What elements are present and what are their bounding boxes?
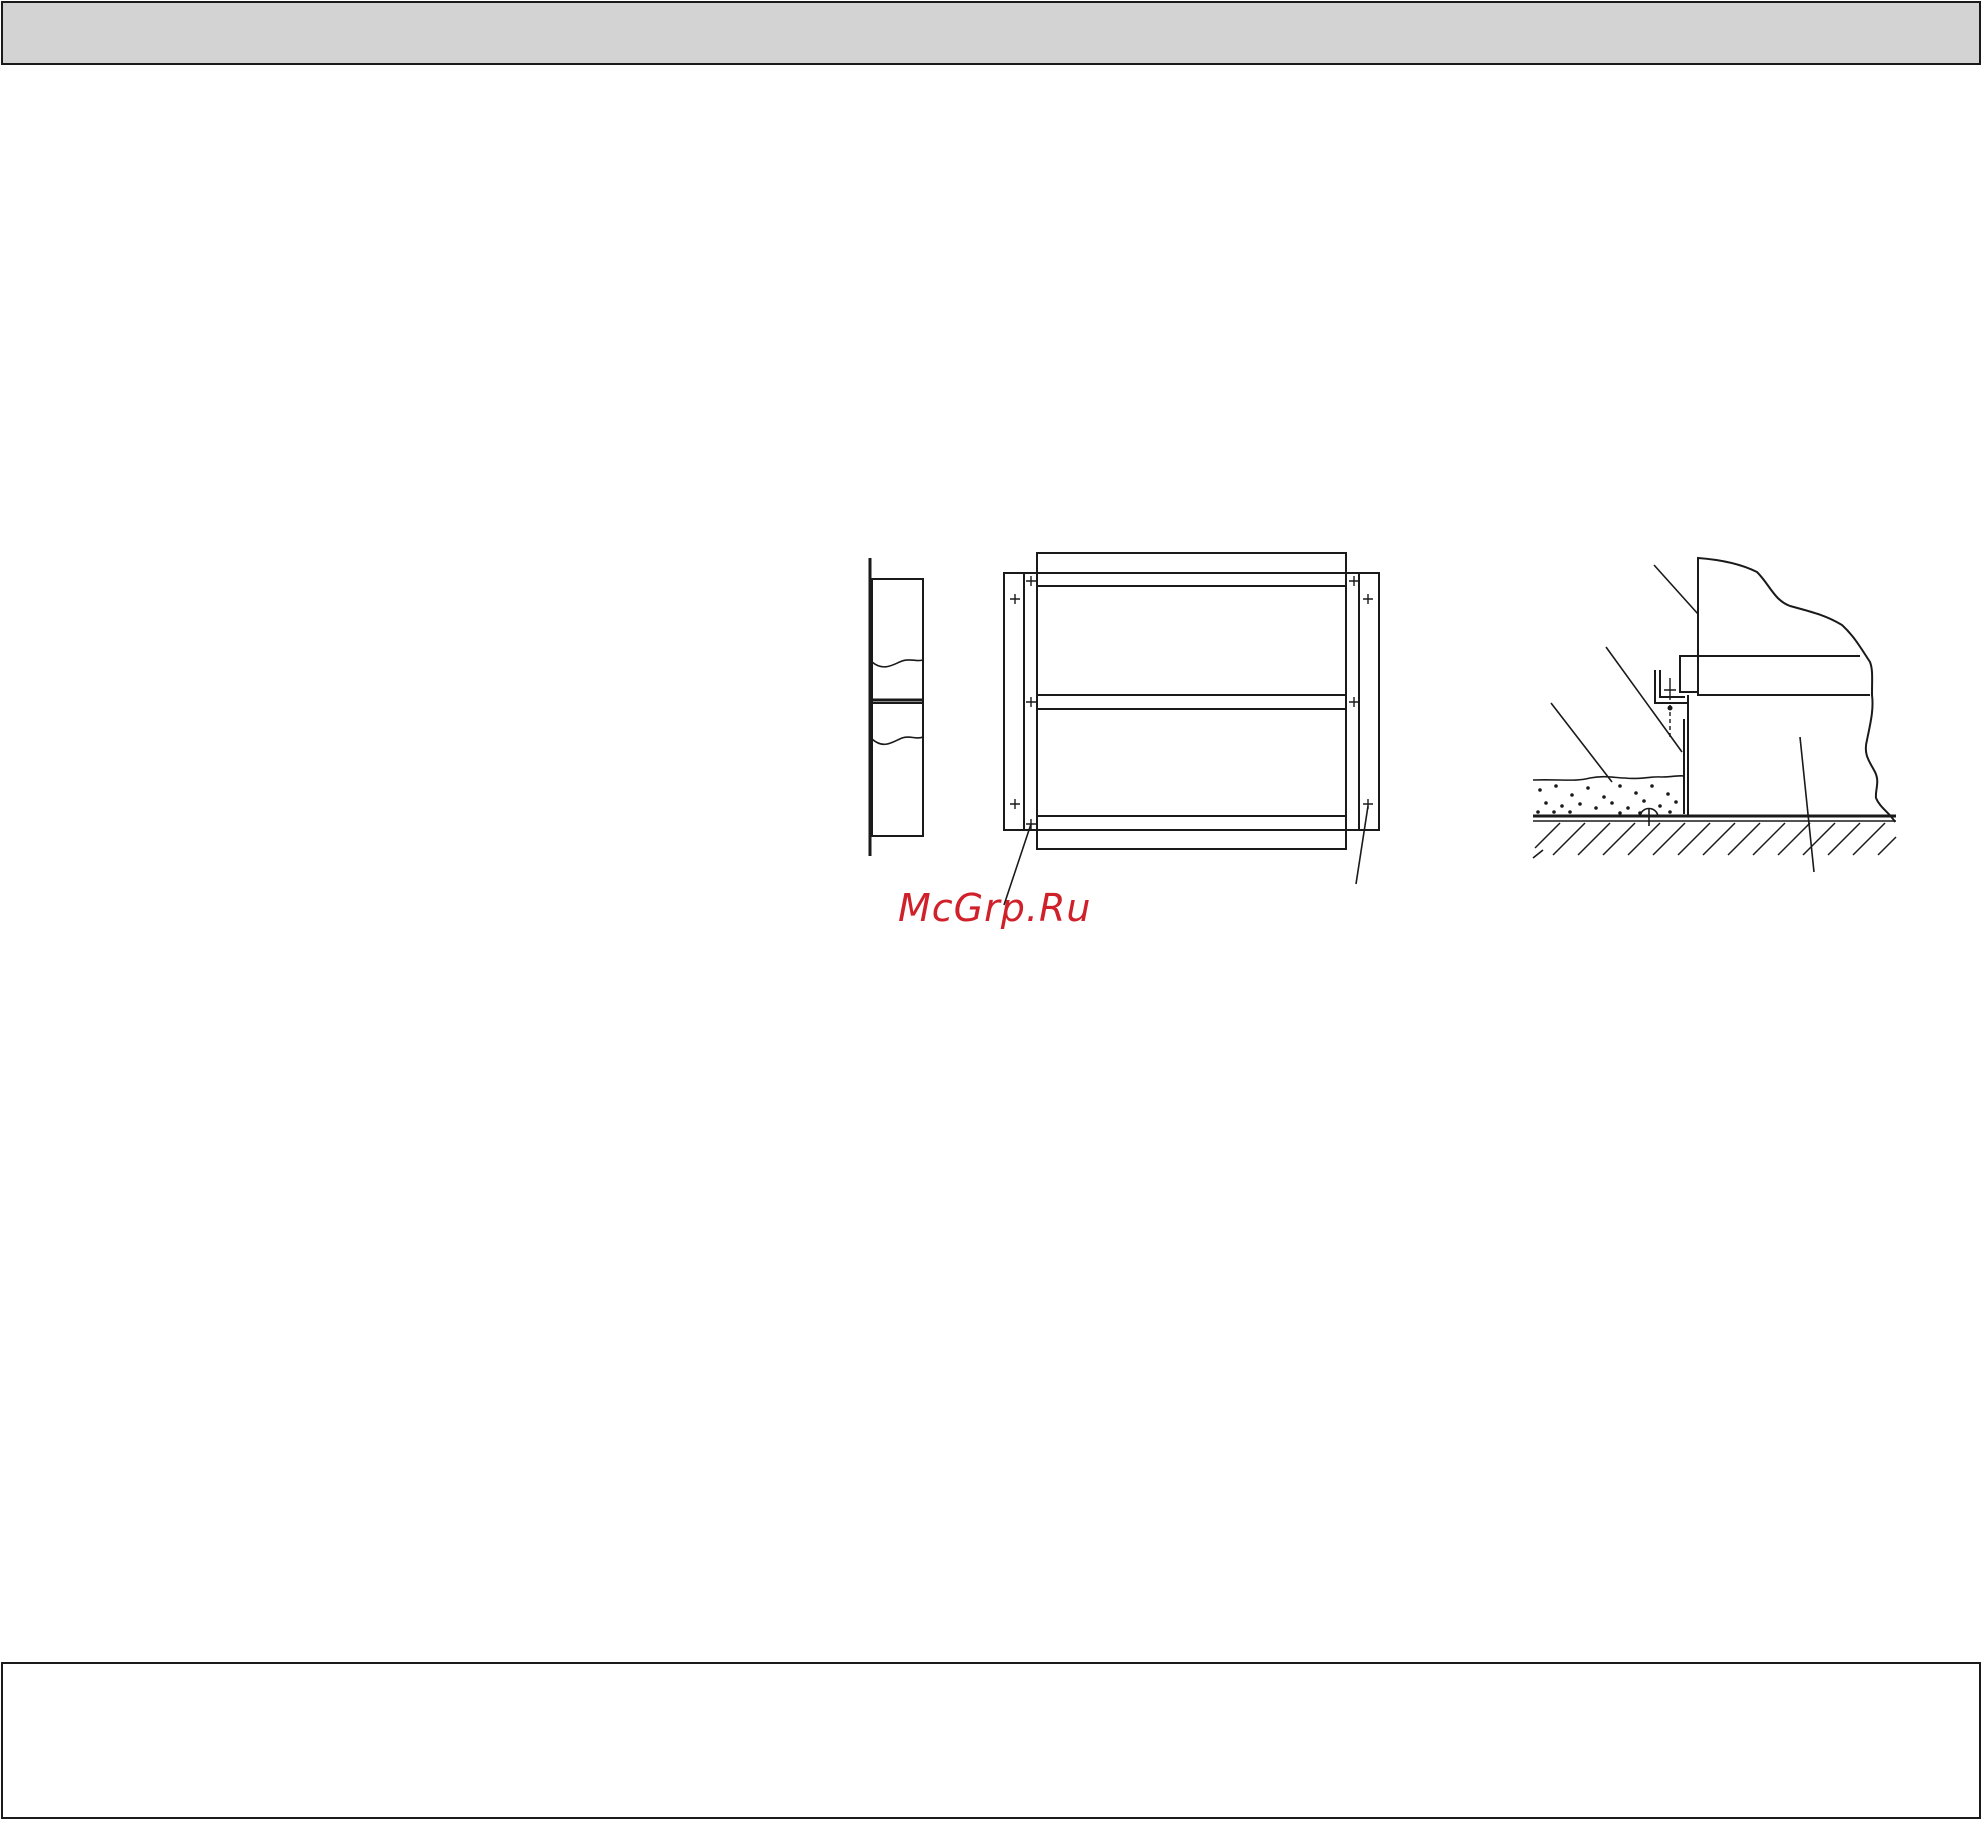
cross-section-detail [1532, 556, 1897, 873]
floor-hatching [1534, 822, 1897, 856]
screw-marks [1010, 576, 1373, 829]
frame-front-view [1003, 552, 1380, 906]
mortar-dots [1536, 784, 1678, 815]
footer-box [1, 1662, 1981, 1819]
frame-side-view [868, 558, 924, 856]
watermark-logo: McGrp.Ru [898, 886, 1092, 930]
